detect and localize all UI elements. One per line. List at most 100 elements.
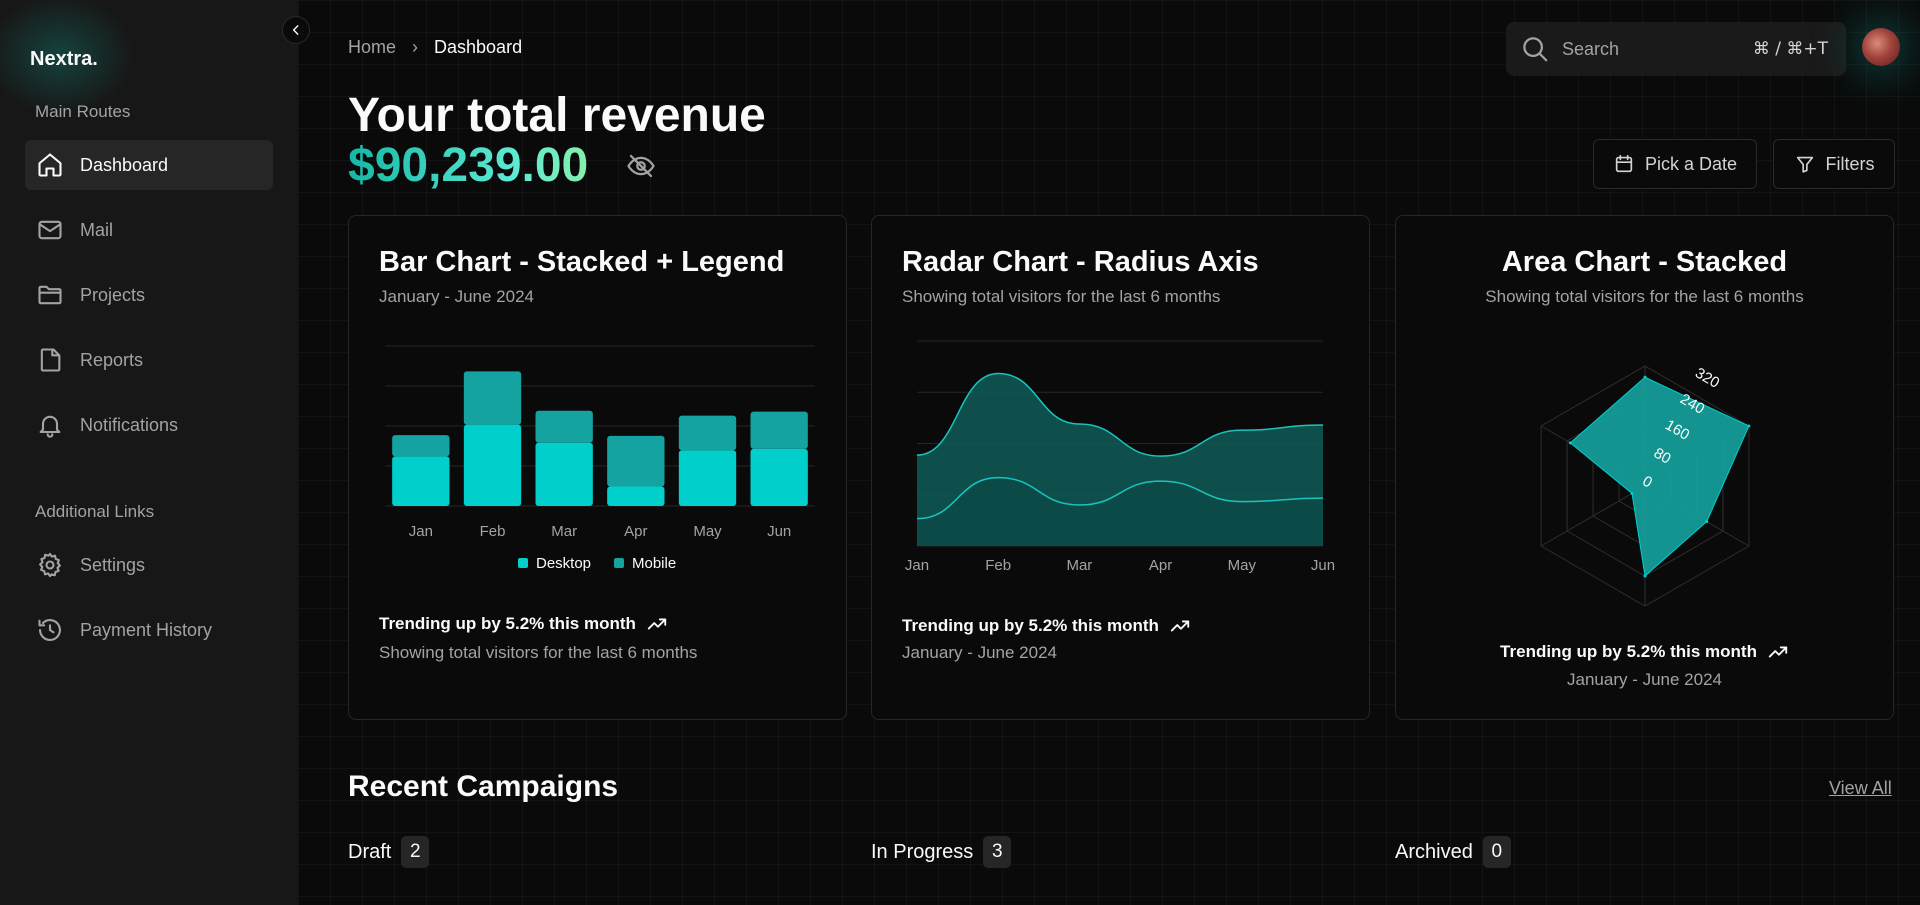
sidebar-item-notifications[interactable]: Notifications: [25, 400, 273, 450]
breadcrumb: Home › Dashboard: [348, 37, 522, 58]
bar-mobile: [607, 435, 665, 487]
x-tick-label: Feb: [985, 557, 1011, 574]
trend-text: Trending up by 5.2% this month: [1500, 642, 1757, 661]
bar-desktop: [678, 450, 737, 506]
breadcrumb-home[interactable]: Home: [348, 37, 396, 58]
chevron-left-icon: [292, 25, 299, 35]
calendar-icon: [1615, 154, 1633, 173]
trending-up-icon: [1768, 646, 1788, 658]
card-trend: Trending up by 5.2% this month: [1396, 641, 1893, 663]
radar-point: [1643, 574, 1647, 578]
trend-text: Trending up by 5.2% this month: [902, 616, 1159, 635]
home-icon: [35, 150, 65, 180]
filters-label: Filters: [1825, 153, 1875, 174]
bar-desktop: [607, 486, 665, 506]
card-trend: Trending up by 5.2% this month: [902, 615, 1191, 637]
trending-up-icon: [1170, 620, 1190, 632]
gear-icon: [35, 550, 65, 580]
bell-icon: [35, 410, 65, 440]
campaign-status-draft[interactable]: Draft 2: [348, 836, 430, 868]
pick-date-button[interactable]: Pick a Date: [1593, 139, 1757, 189]
radar-point: [1568, 441, 1572, 445]
card-footer: Showing total visitors for the last 6 mo…: [379, 643, 698, 662]
status-label: Archived: [1395, 840, 1473, 863]
x-tick-label: Mar: [551, 523, 577, 540]
x-tick-label: Apr: [624, 523, 647, 540]
sidebar: Nextra. Main Routes Dashboard Mail Proje…: [0, 0, 298, 905]
sidebar-item-label: Projects: [80, 284, 146, 305]
x-tick-label: Mar: [1066, 557, 1092, 574]
x-tick-label: Jun: [767, 523, 791, 540]
eye-off-icon[interactable]: [626, 151, 656, 181]
filters-button[interactable]: Filters: [1773, 139, 1895, 189]
x-tick-label: Jun: [1311, 557, 1335, 574]
sidebar-item-label: Reports: [80, 349, 144, 370]
sidebar-item-settings[interactable]: Settings: [25, 540, 273, 590]
x-tick-label: May: [1228, 557, 1257, 574]
x-tick-label: Jan: [905, 557, 929, 574]
revenue-amount: $90,239.00: [348, 139, 589, 192]
radar-point: [1630, 492, 1634, 495]
bar-mobile: [750, 411, 808, 449]
search-icon: [1523, 37, 1548, 62]
sidebar-item-label: Mail: [80, 219, 114, 240]
search-placeholder: Search: [1562, 38, 1620, 59]
card-footer: January - June 2024: [902, 643, 1057, 662]
bar-mobile: [535, 410, 593, 443]
breadcrumb-current: Dashboard: [434, 37, 523, 57]
sidebar-item-label: Notifications: [80, 414, 179, 435]
radar-point: [1643, 375, 1647, 379]
sidebar-item-mail[interactable]: Mail: [25, 205, 273, 255]
sidebar-item-label: Settings: [80, 554, 146, 575]
card-trend: Trending up by 5.2% this month: [379, 613, 668, 635]
main-routes-label: Main Routes: [35, 102, 131, 121]
folder-icon: [35, 280, 65, 310]
additional-links-label: Additional Links: [35, 502, 155, 521]
main-content: Home › Dashboard Search ⌘ / ⌘+T Your tot…: [298, 0, 1920, 905]
status-count-badge: 2: [401, 836, 430, 868]
trend-text: Trending up by 5.2% this month: [379, 614, 636, 633]
campaign-status-archived[interactable]: Archived 0: [1395, 836, 1511, 868]
collapse-sidebar-button[interactable]: [282, 16, 310, 44]
radar-area: [1569, 376, 1750, 577]
recent-campaigns-title: Recent Campaigns: [348, 770, 619, 803]
brand-logo[interactable]: Nextra.: [30, 48, 98, 71]
bar-mobile: [392, 435, 450, 457]
sidebar-item-reports[interactable]: Reports: [25, 335, 273, 385]
sidebar-item-projects[interactable]: Projects: [25, 270, 273, 320]
bar-chart-card: Bar Chart - Stacked + Legend January - J…: [348, 215, 847, 720]
bar-mobile: [678, 415, 737, 451]
legend-label: Mobile: [632, 555, 676, 572]
x-tick-label: Jan: [409, 523, 433, 540]
x-tick-label: Feb: [480, 523, 506, 540]
bar-desktop: [535, 442, 593, 506]
search-shortcut: ⌘ / ⌘+T: [1752, 39, 1828, 59]
radar-point: [1747, 424, 1751, 428]
radial-tick-label: 320: [1692, 365, 1722, 392]
status-label: Draft: [348, 840, 392, 863]
mail-icon: [35, 215, 65, 245]
status-count-badge: 3: [983, 836, 1012, 868]
view-all-link[interactable]: View All: [1829, 778, 1892, 799]
bar-desktop: [463, 424, 522, 506]
x-tick-label: May: [693, 523, 722, 540]
sidebar-item-dashboard[interactable]: Dashboard: [25, 140, 273, 190]
bar-desktop: [750, 448, 808, 506]
sidebar-item-label: Payment History: [80, 619, 213, 640]
pick-date-label: Pick a Date: [1644, 153, 1738, 174]
search-input[interactable]: Search ⌘ / ⌘+T: [1506, 22, 1846, 76]
campaign-status-in-progress[interactable]: In Progress 3: [871, 836, 1012, 868]
legend-swatch: [518, 558, 528, 568]
filter-icon: [1796, 156, 1813, 173]
avatar[interactable]: [1862, 28, 1900, 66]
page-title: Your total revenue: [348, 89, 766, 142]
radar-point: [1705, 520, 1709, 524]
history-icon: [35, 615, 65, 645]
bar-mobile: [463, 371, 522, 425]
legend-swatch: [614, 558, 624, 568]
status-label: In Progress: [871, 840, 974, 863]
x-tick-label: Apr: [1149, 557, 1172, 574]
bar-desktop: [392, 456, 450, 506]
sidebar-item-payment-history[interactable]: Payment History: [25, 605, 273, 655]
trending-up-icon: [647, 618, 667, 630]
